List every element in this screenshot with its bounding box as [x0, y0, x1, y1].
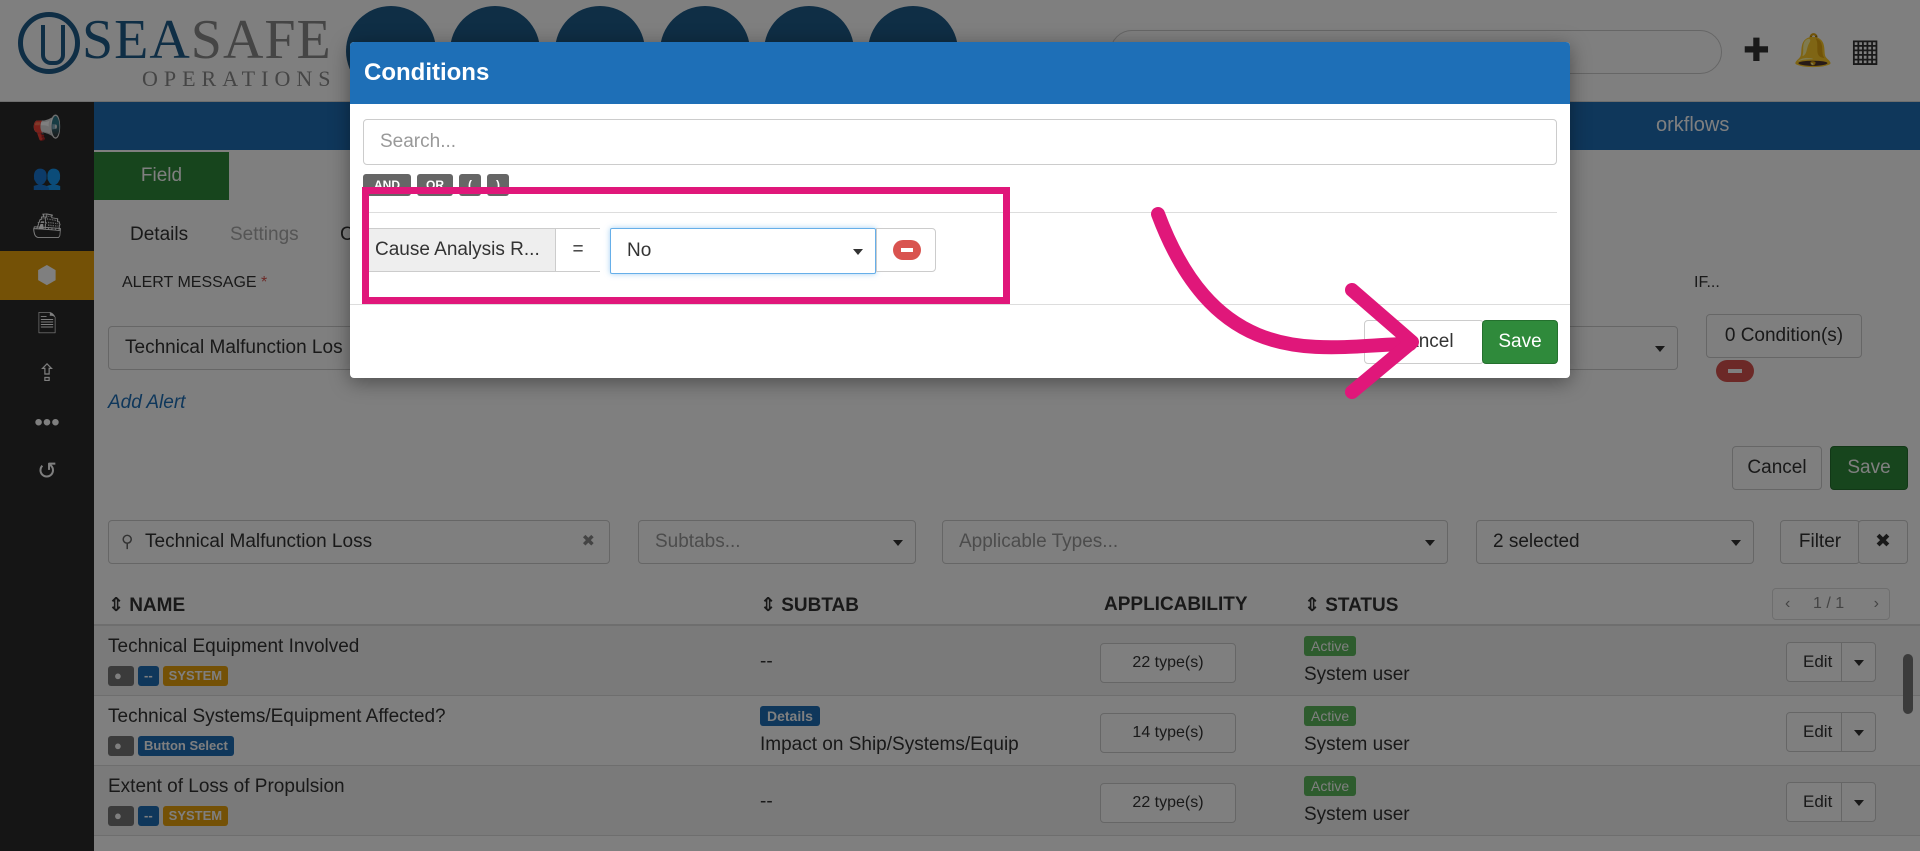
annotation-arrow-icon — [1151, 207, 1419, 399]
